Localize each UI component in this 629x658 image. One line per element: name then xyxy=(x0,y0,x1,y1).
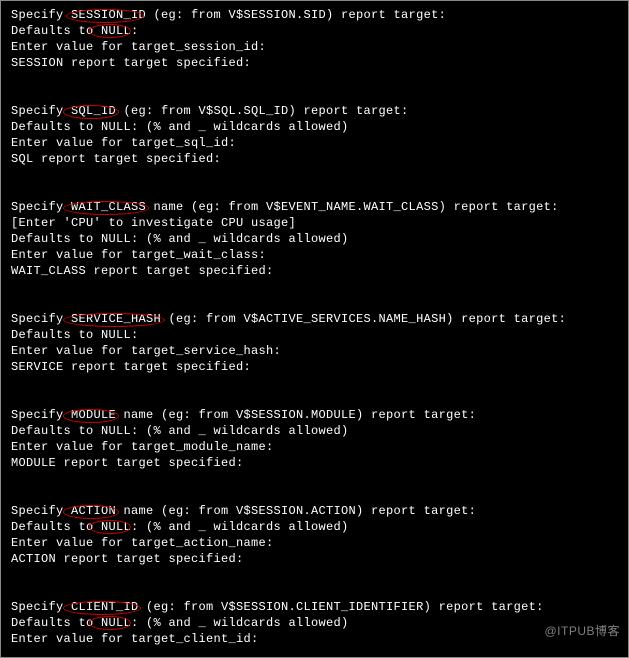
terminal-line: MODULE report target specified: xyxy=(11,455,618,471)
terminal-line: Defaults to NULL: xyxy=(11,23,618,39)
prompt-block: Specify SERVICE_HASH (eg: from V$ACTIVE_… xyxy=(11,311,618,375)
terminal-line: Enter value for target_service_hash: xyxy=(11,343,618,359)
terminal-output: Specify SESSION_ID (eg: from V$SESSION.S… xyxy=(11,7,618,647)
prompt-block: Specify SESSION_ID (eg: from V$SESSION.S… xyxy=(11,7,618,71)
terminal-line: SQL report target specified: xyxy=(11,151,618,167)
terminal-line: Specify ACTION name (eg: from V$SESSION.… xyxy=(11,503,618,519)
terminal-line: Defaults to NULL: xyxy=(11,327,618,343)
prompt-block: Specify MODULE name (eg: from V$SESSION.… xyxy=(11,407,618,471)
prompt-block: Specify WAIT_CLASS name (eg: from V$EVEN… xyxy=(11,199,618,279)
terminal-line: Enter value for target_session_id: xyxy=(11,39,618,55)
terminal-line: Specify MODULE name (eg: from V$SESSION.… xyxy=(11,407,618,423)
terminal-line: Defaults to NULL: (% and _ wildcards all… xyxy=(11,231,618,247)
terminal-line: SERVICE report target specified: xyxy=(11,359,618,375)
watermark-label: @ITPUB博客 xyxy=(544,622,620,639)
terminal-line: ACTION report target specified: xyxy=(11,551,618,567)
terminal-line: Specify SQL_ID (eg: from V$SQL.SQL_ID) r… xyxy=(11,103,618,119)
terminal-line: WAIT_CLASS report target specified: xyxy=(11,263,618,279)
prompt-block: Specify ACTION name (eg: from V$SESSION.… xyxy=(11,503,618,567)
terminal-line: Enter value for target_action_name: xyxy=(11,535,618,551)
terminal-line: Enter value for target_client_id: xyxy=(11,631,618,647)
terminal-line: Specify WAIT_CLASS name (eg: from V$EVEN… xyxy=(11,199,618,215)
terminal-line: Specify CLIENT_ID (eg: from V$SESSION.CL… xyxy=(11,599,618,615)
prompt-block: Specify CLIENT_ID (eg: from V$SESSION.CL… xyxy=(11,599,618,647)
terminal-line: Defaults to NULL: (% and _ wildcards all… xyxy=(11,119,618,135)
terminal-line: SESSION report target specified: xyxy=(11,55,618,71)
terminal-line: Enter value for target_wait_class: xyxy=(11,247,618,263)
terminal-line: Enter value for target_module_name: xyxy=(11,439,618,455)
terminal-line: Specify SERVICE_HASH (eg: from V$ACTIVE_… xyxy=(11,311,618,327)
terminal-line: Enter value for target_sql_id: xyxy=(11,135,618,151)
terminal-line: Defaults to NULL: (% and _ wildcards all… xyxy=(11,615,618,631)
terminal-line: Specify SESSION_ID (eg: from V$SESSION.S… xyxy=(11,7,618,23)
terminal-line: Defaults to NULL: (% and _ wildcards all… xyxy=(11,519,618,535)
prompt-block: Specify SQL_ID (eg: from V$SQL.SQL_ID) r… xyxy=(11,103,618,167)
terminal-line: Defaults to NULL: (% and _ wildcards all… xyxy=(11,423,618,439)
terminal-line: [Enter 'CPU' to investigate CPU usage] xyxy=(11,215,618,231)
